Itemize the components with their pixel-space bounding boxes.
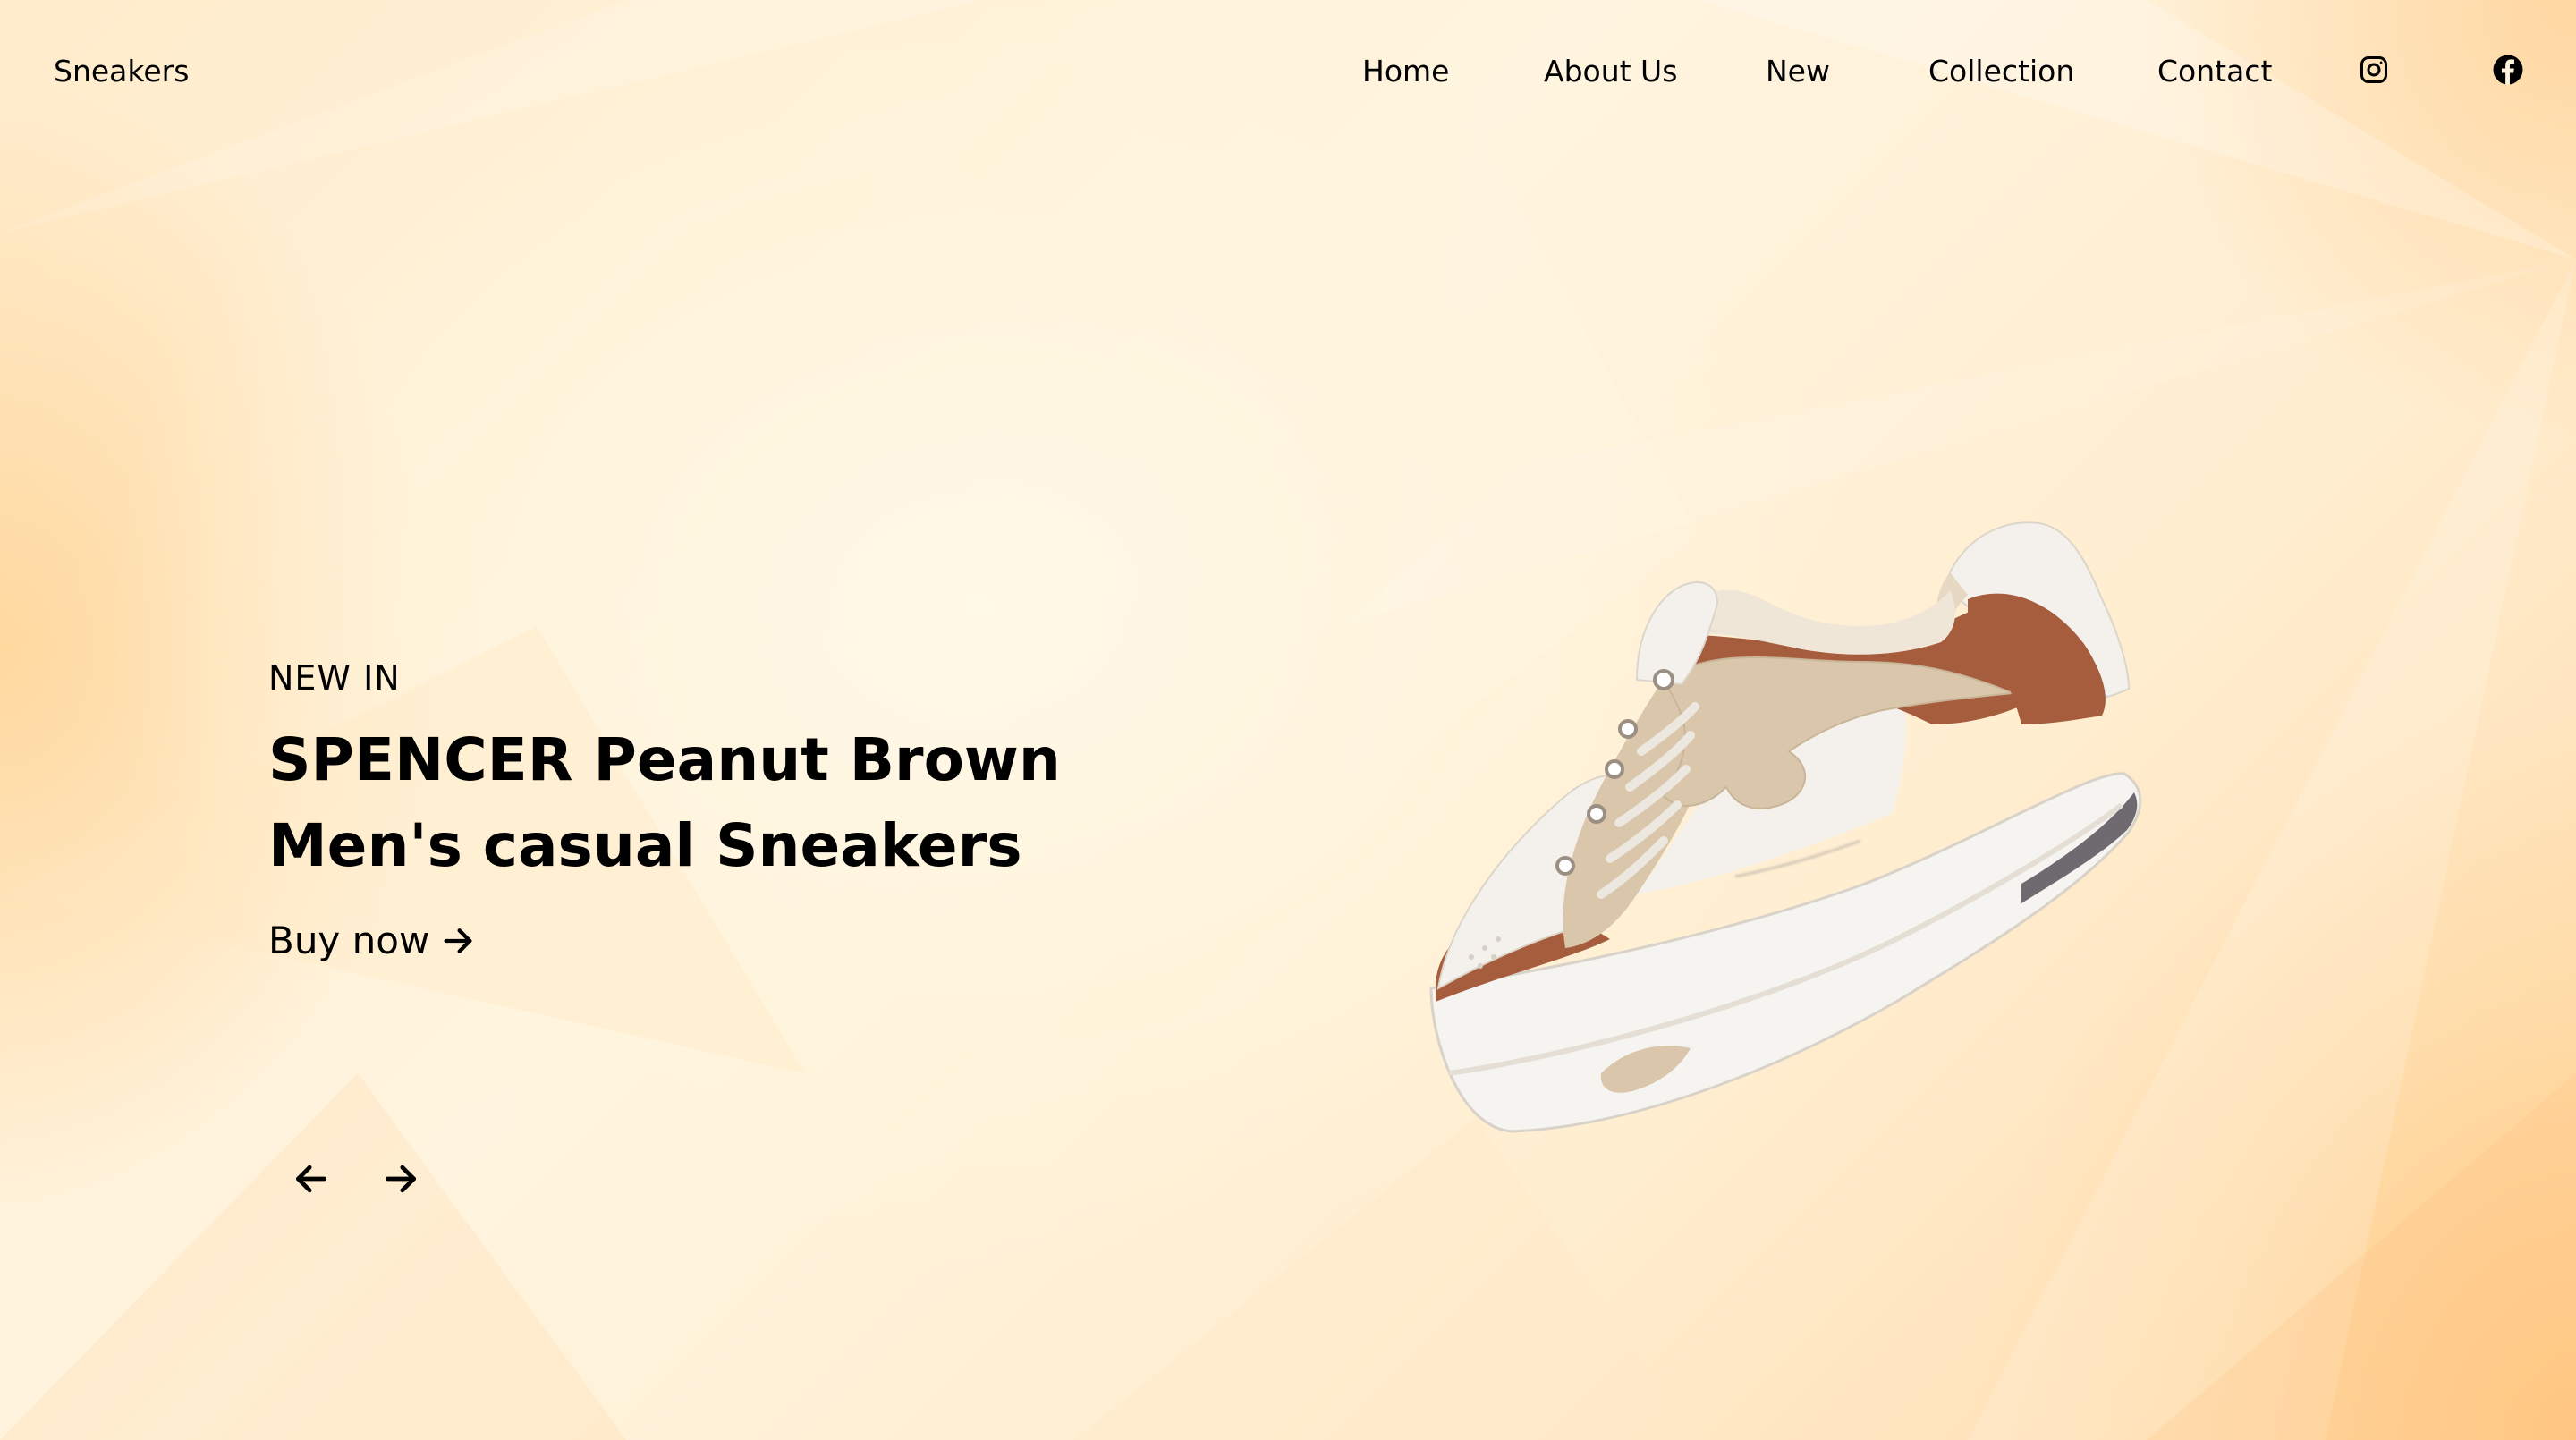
nav-link-home[interactable]: Home: [1362, 52, 1449, 91]
product-image: [1395, 501, 2182, 1145]
arrow-right-icon: [440, 923, 476, 959]
buy-now-label: Buy now: [268, 919, 430, 962]
nav-link-contact[interactable]: Contact: [2157, 52, 2272, 91]
arrow-right-icon: [385, 1165, 417, 1193]
nav-link-collection[interactable]: Collection: [1928, 52, 2074, 91]
instagram-icon[interactable]: [2358, 54, 2390, 86]
hero-title-line-2: Men's casual Sneakers: [268, 811, 1022, 880]
slider-prev-button[interactable]: [292, 1159, 331, 1199]
hero-eyebrow: NEW IN: [268, 658, 401, 698]
hero-title: SPENCER Peanut Brown Men's casual Sneake…: [268, 717, 1163, 889]
top-navigation: Sneakers Home About Us New Collection Co…: [0, 0, 2576, 143]
slider-controls: [286, 1159, 429, 1199]
hero-title-line-1: SPENCER Peanut Brown: [268, 725, 1061, 794]
facebook-icon[interactable]: [2492, 54, 2524, 86]
sneaker-illustration: [1429, 521, 2142, 1133]
nav-link-about-us[interactable]: About Us: [1544, 52, 1677, 91]
brand-logo-text[interactable]: Sneakers: [54, 52, 189, 91]
slider-next-button[interactable]: [381, 1159, 420, 1199]
arrow-left-icon: [295, 1165, 327, 1193]
hero-section: NEW IN SPENCER Peanut Brown Men's casual…: [268, 653, 1163, 966]
nav-link-new[interactable]: New: [1766, 52, 1830, 91]
buy-now-button[interactable]: Buy now: [268, 916, 476, 966]
